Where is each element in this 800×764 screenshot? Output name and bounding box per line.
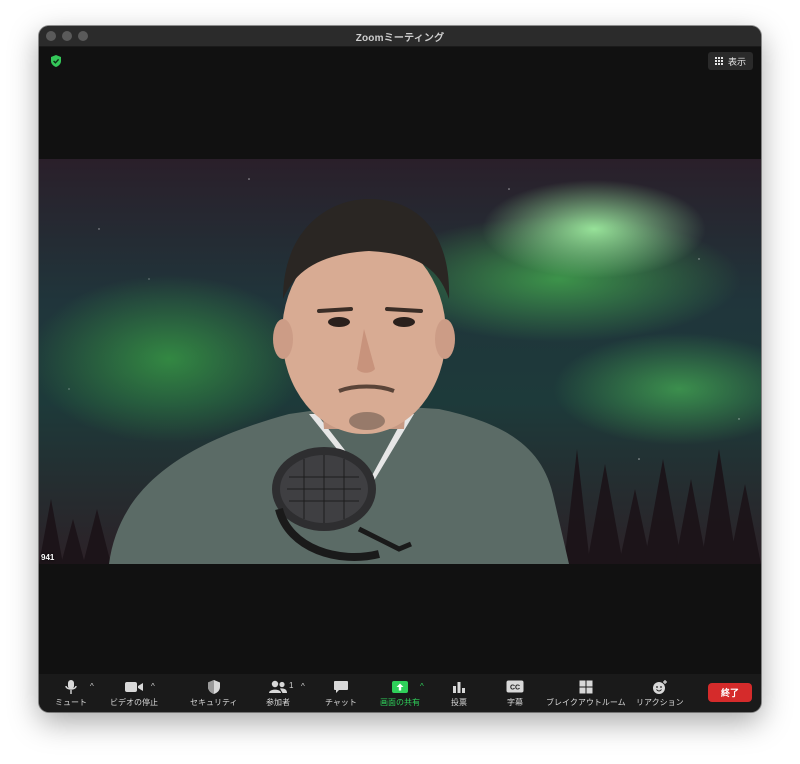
video-camera-icon [125, 681, 143, 692]
encryption-shield-icon[interactable] [49, 54, 63, 68]
meeting-toolbar: ミュート ^ ビデオの停止 ^ セキュリティ 参加者 1 ^ チャット 画面の共… [39, 674, 761, 712]
view-button-label: 表示 [727, 56, 746, 67]
share-screen-button[interactable]: 画面の共有 [380, 678, 420, 710]
polls-label: 投票 [451, 698, 467, 707]
reactions-smiley-icon [652, 679, 667, 694]
share-screen-label: 画面の共有 [380, 698, 420, 707]
reactions-label: リアクション [636, 698, 684, 707]
participant-name-label: 941 [41, 553, 55, 562]
polls-bar-chart-icon [453, 681, 465, 693]
share-options-caret[interactable]: ^ [420, 682, 424, 691]
security-button[interactable]: セキュリティ [190, 678, 238, 710]
breakout-rooms-button[interactable]: ブレイクアウトルーム [546, 678, 626, 710]
close-window-button[interactable] [46, 31, 56, 41]
zoom-window-button[interactable] [78, 31, 88, 41]
security-label: セキュリティ [190, 698, 238, 707]
reactions-button[interactable]: リアクション [636, 678, 684, 710]
mute-label: ミュート [55, 698, 87, 707]
svg-text:CC: CC [510, 685, 520, 692]
video-feed: 941 [39, 159, 761, 564]
stop-video-label: ビデオの停止 [110, 698, 158, 707]
grid-view-icon [714, 57, 723, 65]
window-controls [46, 31, 88, 41]
chat-label: チャット [325, 698, 357, 707]
minimize-window-button[interactable] [62, 31, 72, 41]
view-button[interactable]: 表示 [707, 52, 753, 70]
audio-options-caret[interactable]: ^ [90, 682, 94, 691]
participants-button[interactable]: 参加者 [266, 678, 290, 710]
microphone-icon [65, 679, 77, 694]
polls-button[interactable]: 投票 [451, 678, 467, 710]
security-shield-icon [207, 679, 220, 694]
participant-video [109, 199, 569, 564]
end-meeting-button[interactable]: 終了 [708, 683, 752, 702]
mute-button[interactable]: ミュート [55, 678, 87, 710]
participants-label: 参加者 [266, 698, 290, 707]
share-screen-icon [392, 680, 408, 693]
participants-icon [269, 680, 287, 693]
participants-count: 1 [289, 681, 294, 690]
chat-button[interactable]: チャット [325, 678, 357, 710]
captions-label: 字幕 [507, 698, 523, 707]
chat-bubble-icon [333, 680, 348, 693]
closed-captions-icon: CC [506, 680, 524, 693]
breakout-rooms-label: ブレイクアウトルーム [546, 698, 626, 707]
breakout-rooms-icon [579, 680, 593, 693]
window-title: Zoomミーティング [355, 32, 445, 44]
captions-button[interactable]: CC 字幕 [506, 678, 524, 710]
zoom-window: Zoomミーティング 表示 941 ミュート ^ ビデオの停止 ^ セキュリティ… [39, 26, 761, 712]
participants-options-caret[interactable]: ^ [301, 682, 305, 691]
video-options-caret[interactable]: ^ [151, 682, 155, 691]
title-bar: Zoomミーティング [39, 26, 761, 47]
